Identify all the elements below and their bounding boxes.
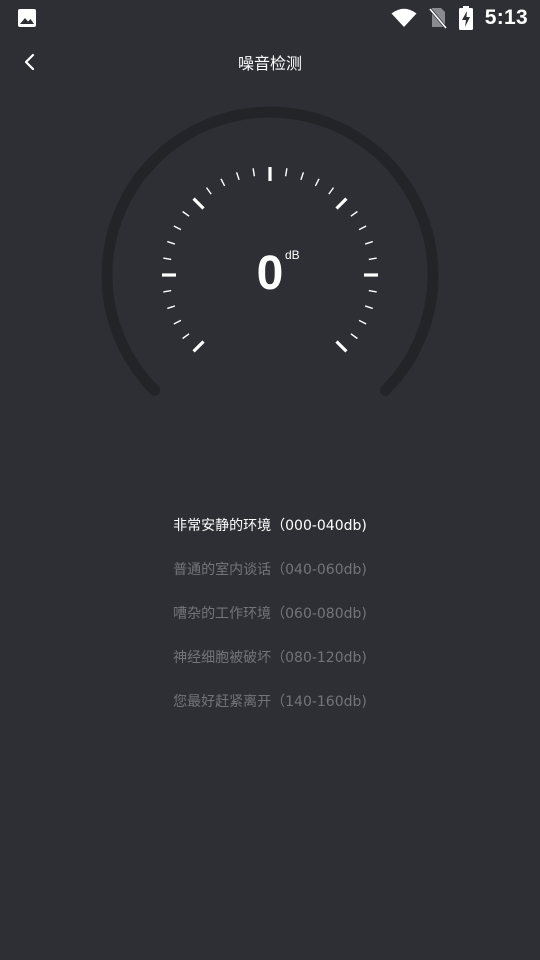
minor-tick <box>368 289 377 293</box>
minor-tick <box>328 187 335 195</box>
noise-level-list: 非常安静的环境（000-040db) 普通的室内谈话（040-060db) 嘈杂… <box>0 512 540 732</box>
minor-tick <box>173 225 182 231</box>
minor-tick <box>368 257 377 261</box>
minor-tick <box>284 168 288 177</box>
major-tick <box>192 197 205 210</box>
minor-tick <box>167 305 176 310</box>
minor-tick <box>252 168 256 177</box>
major-tick <box>335 197 348 210</box>
minor-tick <box>182 333 190 340</box>
minor-tick <box>350 333 358 340</box>
decibel-unit: dB <box>285 248 300 262</box>
minor-tick <box>182 210 190 217</box>
minor-tick <box>364 305 373 310</box>
level-item: 神经细胞被破坏（080-120db) <box>173 650 367 666</box>
level-item: 嘈杂的工作环境（060-080db) <box>173 606 367 622</box>
noise-meter-screen: 5:13 噪音检测 0 dB 非常安静的环境（000-040db) 普通的室内谈… <box>0 0 540 960</box>
minor-tick <box>205 187 212 195</box>
minor-tick <box>163 289 172 293</box>
level-item: 您最好赶紧离开（140-160db) <box>173 694 367 710</box>
decibel-gauge <box>101 106 439 396</box>
minor-tick <box>173 319 182 325</box>
minor-tick <box>364 240 373 245</box>
level-item: 非常安静的环境（000-040db) <box>173 518 367 534</box>
level-item: 普通的室内谈话（040-060db) <box>173 562 367 578</box>
minor-tick <box>220 178 226 187</box>
minor-tick <box>167 240 176 245</box>
minor-tick <box>358 319 367 325</box>
minor-tick <box>350 210 358 217</box>
minor-tick <box>300 172 305 181</box>
minor-tick <box>235 172 240 181</box>
minor-tick <box>314 178 320 187</box>
minor-tick <box>163 257 172 261</box>
major-tick <box>335 340 348 353</box>
major-tick <box>192 340 205 353</box>
minor-tick <box>358 225 367 231</box>
